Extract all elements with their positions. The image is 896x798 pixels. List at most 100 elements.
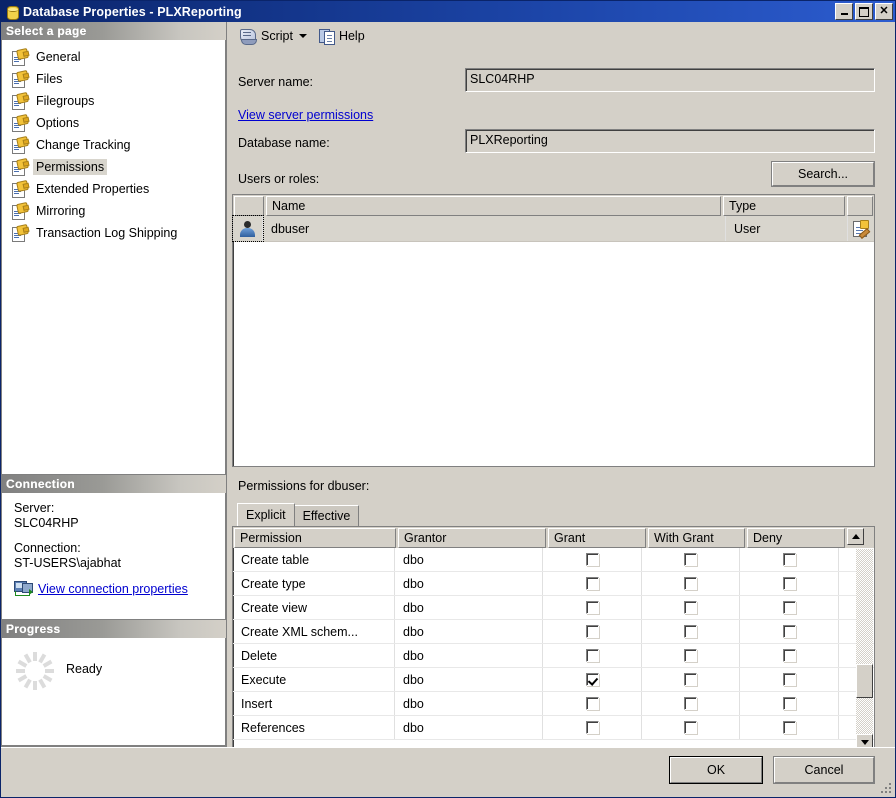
- users-roles-grid[interactable]: Name Type dbuser User: [232, 194, 875, 467]
- deny-checkbox[interactable]: [782, 577, 796, 590]
- scroll-up-button[interactable]: [847, 528, 864, 545]
- permissions-tabs[interactable]: Explicit Effective: [237, 503, 360, 526]
- view-connection-properties-link[interactable]: View connection properties: [38, 582, 188, 596]
- deny-checkbox[interactable]: [782, 721, 796, 734]
- with-grant-checkbox[interactable]: [684, 721, 697, 734]
- tab-explicit[interactable]: Explicit: [237, 503, 295, 526]
- perm-col-grant[interactable]: Grant: [548, 528, 646, 548]
- grant-checkbox[interactable]: [585, 697, 599, 710]
- help-button[interactable]: Help: [315, 25, 369, 47]
- deny-checkbox[interactable]: [782, 553, 796, 566]
- sidebar-item-mirroring[interactable]: Mirroring: [2, 200, 225, 222]
- grant-checkbox[interactable]: [585, 625, 599, 638]
- users-col-icon[interactable]: [234, 196, 264, 216]
- with-grant-checkbox-cell[interactable]: [642, 596, 740, 619]
- with-grant-checkbox[interactable]: [684, 577, 697, 590]
- table-row[interactable]: dbuser User: [232, 215, 874, 242]
- grant-checkbox-cell[interactable]: [543, 548, 642, 571]
- with-grant-checkbox-cell[interactable]: [642, 668, 740, 691]
- database-name-field[interactable]: PLXReporting: [465, 129, 875, 153]
- with-grant-checkbox[interactable]: [684, 697, 697, 710]
- sidebar-item-extended-properties[interactable]: Extended Properties: [2, 178, 225, 200]
- perm-col-deny[interactable]: Deny: [747, 528, 845, 548]
- grant-checkbox-cell[interactable]: [543, 596, 642, 619]
- grant-checkbox-cell[interactable]: [543, 572, 642, 595]
- table-row[interactable]: Create type dbo: [233, 572, 874, 596]
- page-list[interactable]: General Files Filegroups Options Change …: [1, 40, 226, 475]
- deny-checkbox[interactable]: [782, 625, 796, 638]
- with-grant-checkbox-cell[interactable]: [642, 548, 740, 571]
- grant-checkbox-cell[interactable]: [543, 644, 642, 667]
- resize-grip[interactable]: [879, 781, 893, 795]
- users-col-name[interactable]: Name: [266, 196, 721, 216]
- grant-checkbox-cell[interactable]: [543, 692, 642, 715]
- grant-checkbox[interactable]: [585, 649, 599, 662]
- properties-icon[interactable]: [852, 220, 871, 239]
- table-row[interactable]: Execute dbo: [233, 668, 874, 692]
- table-row[interactable]: Create view dbo: [233, 596, 874, 620]
- sidebar-item-options[interactable]: Options: [2, 112, 225, 134]
- grant-checkbox[interactable]: [585, 601, 599, 614]
- server-name-field[interactable]: SLC04RHP: [465, 68, 875, 92]
- script-button[interactable]: Script: [235, 25, 311, 47]
- deny-checkbox-cell[interactable]: [740, 668, 839, 691]
- deny-checkbox-cell[interactable]: [740, 716, 839, 739]
- with-grant-checkbox[interactable]: [684, 649, 697, 662]
- sidebar-item-transaction-log-shipping[interactable]: Transaction Log Shipping: [2, 222, 225, 244]
- sidebar-item-general[interactable]: General: [2, 46, 225, 68]
- maximize-button[interactable]: [855, 3, 873, 20]
- deny-checkbox[interactable]: [782, 673, 796, 686]
- deny-checkbox-cell[interactable]: [740, 572, 839, 595]
- deny-checkbox-cell[interactable]: [740, 596, 839, 619]
- view-server-permissions-link[interactable]: View server permissions: [238, 108, 373, 122]
- table-row[interactable]: Create XML schem... dbo: [233, 620, 874, 644]
- deny-checkbox-cell[interactable]: [740, 692, 839, 715]
- tab-effective[interactable]: Effective: [293, 505, 360, 526]
- sidebar-item-files[interactable]: Files: [2, 68, 225, 90]
- perm-col-permission[interactable]: Permission: [234, 528, 396, 548]
- deny-checkbox-cell[interactable]: [740, 620, 839, 643]
- with-grant-checkbox-cell[interactable]: [642, 572, 740, 595]
- deny-checkbox-cell[interactable]: [740, 644, 839, 667]
- grant-checkbox[interactable]: [585, 553, 599, 566]
- search-button[interactable]: Search...: [771, 161, 875, 187]
- permissions-scrollbar-track[interactable]: [856, 549, 873, 735]
- table-row[interactable]: References dbo: [233, 716, 874, 740]
- deny-checkbox[interactable]: [782, 649, 796, 662]
- with-grant-checkbox[interactable]: [684, 601, 697, 614]
- permissions-rows[interactable]: Create table dbo Create type dbo Create view…: [233, 548, 874, 740]
- ok-button[interactable]: OK: [669, 756, 763, 784]
- with-grant-checkbox-cell[interactable]: [642, 644, 740, 667]
- grant-checkbox-cell[interactable]: [543, 620, 642, 643]
- users-col-type[interactable]: Type: [723, 196, 845, 216]
- grant-checkbox[interactable]: [585, 721, 599, 734]
- users-col-action[interactable]: [847, 196, 873, 216]
- minimize-button[interactable]: [835, 3, 853, 20]
- perm-col-with-grant[interactable]: With Grant: [648, 528, 745, 548]
- sidebar-item-filegroups[interactable]: Filegroups: [2, 90, 225, 112]
- deny-checkbox[interactable]: [782, 697, 796, 710]
- table-row[interactable]: Create table dbo: [233, 548, 874, 572]
- close-button[interactable]: ✕: [875, 3, 893, 20]
- grant-checkbox-cell[interactable]: [543, 716, 642, 739]
- with-grant-checkbox-cell[interactable]: [642, 620, 740, 643]
- deny-checkbox-cell[interactable]: [740, 548, 839, 571]
- sidebar-item-change-tracking[interactable]: Change Tracking: [2, 134, 225, 156]
- cancel-button[interactable]: Cancel: [773, 756, 875, 784]
- perm-col-grantor[interactable]: Grantor: [398, 528, 546, 548]
- title-bar[interactable]: Database Properties - PLXReporting ✕: [1, 1, 895, 22]
- grant-checkbox[interactable]: [585, 577, 599, 590]
- grant-checkbox[interactable]: [585, 673, 599, 686]
- with-grant-checkbox[interactable]: [684, 553, 697, 566]
- with-grant-checkbox[interactable]: [684, 625, 697, 638]
- table-row[interactable]: Insert dbo: [233, 692, 874, 716]
- permissions-grid[interactable]: Permission Grantor Grant With Grant Deny…: [232, 526, 875, 753]
- permissions-scrollbar-thumb[interactable]: [856, 664, 873, 698]
- row-properties-cell[interactable]: [848, 216, 874, 241]
- view-connection-properties-row[interactable]: View connection properties: [14, 581, 225, 597]
- chevron-down-icon[interactable]: [298, 34, 307, 38]
- sidebar-item-permissions[interactable]: Permissions: [2, 156, 225, 178]
- with-grant-checkbox-cell[interactable]: [642, 692, 740, 715]
- table-row[interactable]: Delete dbo: [233, 644, 874, 668]
- deny-checkbox[interactable]: [782, 601, 796, 614]
